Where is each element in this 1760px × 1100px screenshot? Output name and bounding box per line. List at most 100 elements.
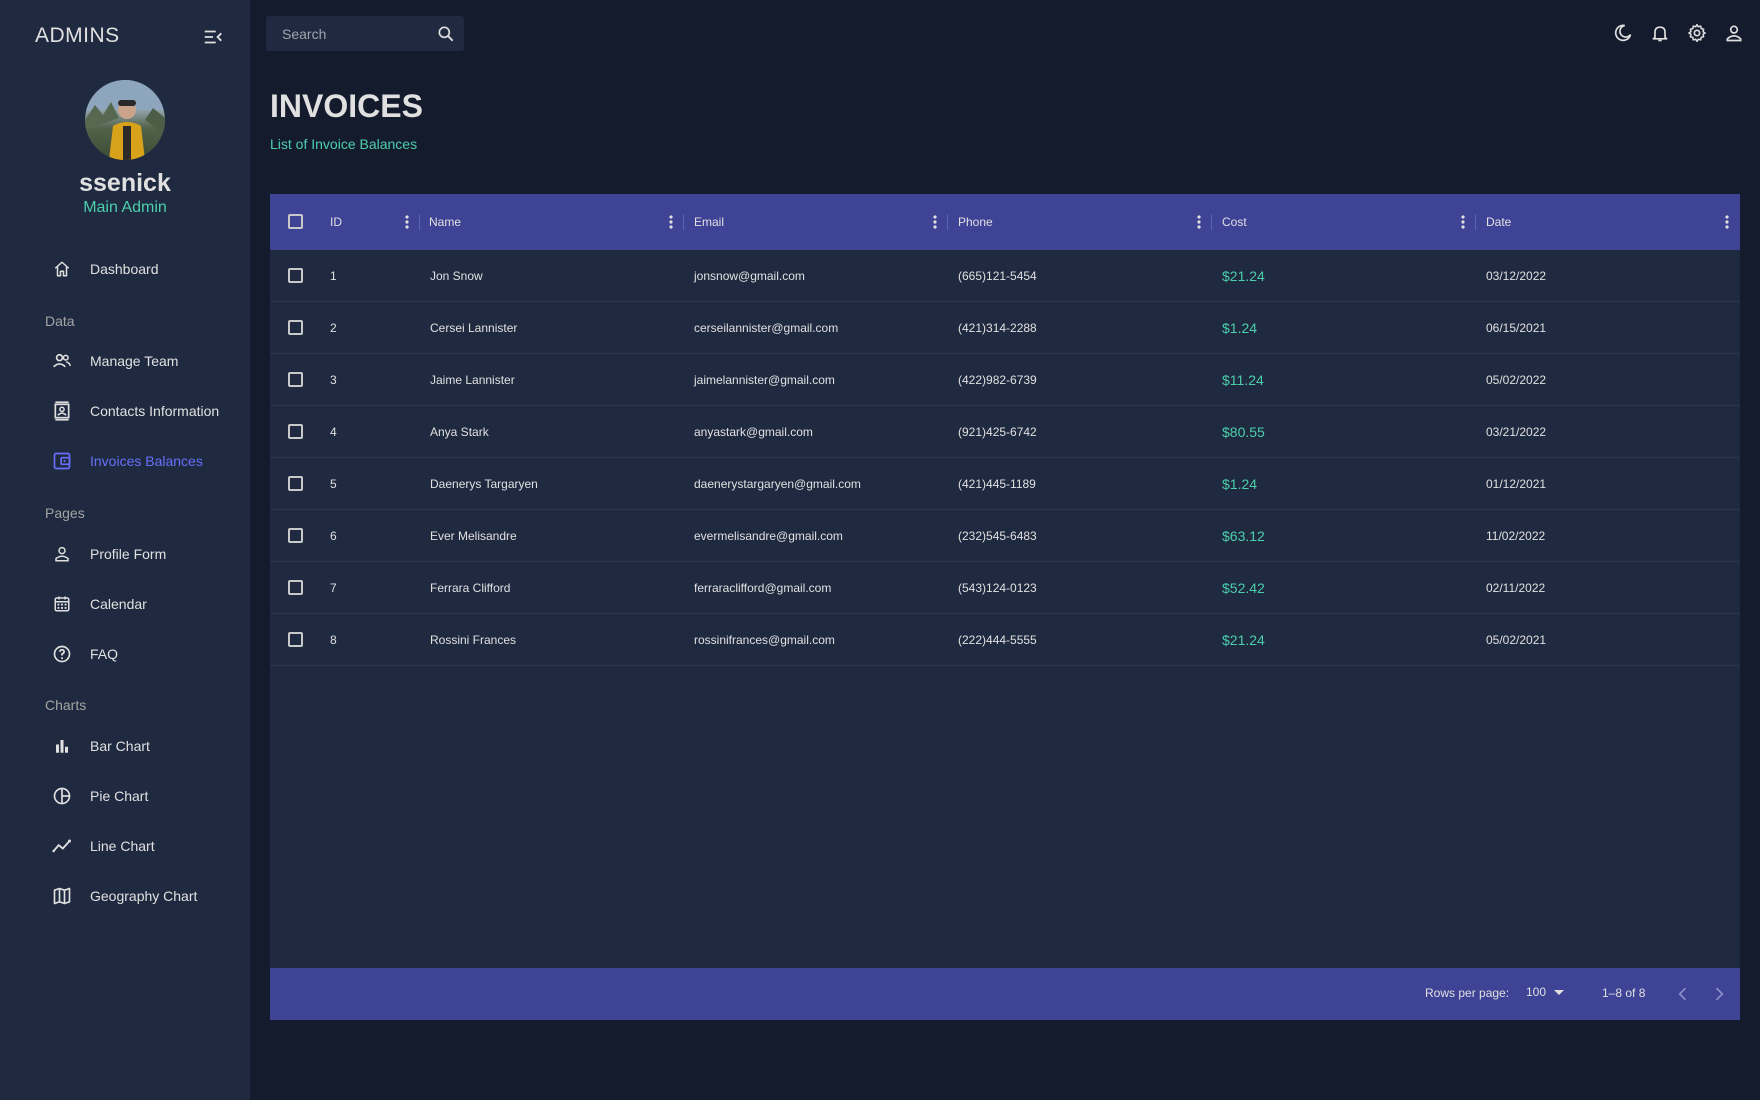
select-all-checkbox[interactable] — [288, 214, 303, 229]
person-icon[interactable] — [1724, 23, 1744, 43]
table-row[interactable]: 8 Rossini Frances rossinifrances@gmail.c… — [270, 614, 1740, 666]
cell-id: 2 — [330, 321, 337, 335]
column-label: Cost — [1222, 215, 1247, 229]
rows-per-page-select[interactable]: 100 — [1526, 985, 1565, 999]
sidebar-item-label: Pie Chart — [90, 788, 149, 804]
column-menu-icon[interactable] — [400, 214, 414, 230]
column-header-phone[interactable]: Phone — [958, 194, 1218, 250]
column-header-id[interactable]: ID — [330, 194, 430, 250]
map-icon — [52, 886, 72, 906]
table-row[interactable]: 4 Anya Stark anyastark@gmail.com (921)42… — [270, 406, 1740, 458]
search-icon[interactable] — [436, 24, 456, 44]
brand-title: ADMINS — [35, 24, 120, 47]
sidebar-item-label: FAQ — [90, 646, 119, 662]
row-checkbox[interactable] — [288, 476, 303, 491]
sidebar-item-calendar[interactable]: Calendar — [0, 582, 250, 626]
table-row[interactable]: 5 Daenerys Targaryen daenerystargaryen@g… — [270, 458, 1740, 510]
sidebar-item-faq[interactable]: FAQ — [0, 632, 250, 676]
cell-name: Anya Stark — [430, 425, 489, 439]
home-icon — [52, 259, 72, 279]
row-checkbox[interactable] — [288, 424, 303, 439]
row-checkbox[interactable] — [288, 632, 303, 647]
cell-email: rossinifrances@gmail.com — [694, 633, 835, 647]
cell-phone: (543)124-0123 — [958, 581, 1037, 595]
table-row[interactable]: 7 Ferrara Clifford ferraraclifford@gmail… — [270, 562, 1740, 614]
cell-phone: (421)314-2288 — [958, 321, 1037, 335]
help-icon — [52, 644, 72, 664]
sidebar-item-label: Profile Form — [90, 546, 167, 562]
cell-name: Jon Snow — [430, 269, 483, 283]
sidebar-item-label: Dashboard — [90, 261, 159, 277]
sidebar-item-profile-form[interactable]: Profile Form — [0, 532, 250, 576]
sidebar-item-invoices[interactable]: Invoices Balances — [0, 439, 250, 483]
column-header-date[interactable]: Date — [1486, 194, 1726, 250]
rows-per-page-label: Rows per page: — [1425, 986, 1510, 1000]
cell-phone: (232)545-6483 — [958, 529, 1037, 543]
cell-name: Jaime Lannister — [430, 373, 515, 387]
sidebar-item-label: Line Chart — [90, 838, 155, 854]
sidebar-item-pie-chart[interactable]: Pie Chart — [0, 774, 250, 818]
row-checkbox[interactable] — [288, 580, 303, 595]
cell-id: 3 — [330, 373, 337, 387]
cell-id: 7 — [330, 581, 337, 595]
sidebar-item-label: Geography Chart — [90, 888, 198, 904]
column-menu-icon[interactable] — [928, 214, 942, 230]
notifications-icon[interactable] — [1650, 23, 1670, 43]
sidebar-item-contacts[interactable]: Contacts Information — [0, 389, 250, 433]
row-checkbox[interactable] — [288, 320, 303, 335]
cell-cost: $63.12 — [1222, 528, 1265, 544]
table-row[interactable]: 2 Cersei Lannister cerseilannister@gmail… — [270, 302, 1740, 354]
table-row[interactable]: 3 Jaime Lannister jaimelannister@gmail.c… — [270, 354, 1740, 406]
sidebar-item-dashboard[interactable]: Dashboard — [0, 247, 250, 291]
cell-date: 01/12/2021 — [1486, 477, 1547, 491]
column-menu-icon[interactable] — [664, 214, 678, 230]
page-title: INVOICES — [270, 88, 423, 124]
cell-email: jaimelannister@gmail.com — [694, 373, 835, 387]
column-label: Email — [694, 215, 725, 229]
cell-email: ferraraclifford@gmail.com — [694, 581, 832, 595]
menu-collapse-icon[interactable] — [202, 26, 224, 48]
table-row[interactable]: 6 Ever Melisandre evermelisandre@gmail.c… — [270, 510, 1740, 562]
table-header: ID Name Email Phone Cost Date — [270, 194, 1740, 250]
user-name: ssenick — [79, 169, 171, 197]
column-menu-icon[interactable] — [1720, 214, 1734, 230]
pagination-range: 1–8 of 8 — [1602, 986, 1646, 1000]
column-header-email[interactable]: Email — [694, 194, 954, 250]
dark-mode-icon[interactable] — [1613, 23, 1633, 43]
column-header-cost[interactable]: Cost — [1222, 194, 1482, 250]
column-label: Date — [1486, 215, 1512, 229]
sidebar-item-bar-chart[interactable]: Bar Chart — [0, 724, 250, 768]
column-label: ID — [330, 215, 342, 229]
sidebar-item-line-chart[interactable]: Line Chart — [0, 824, 250, 868]
row-checkbox[interactable] — [288, 268, 303, 283]
column-header-name[interactable]: Name — [429, 194, 689, 250]
cell-cost: $80.55 — [1222, 424, 1265, 440]
sidebar-item-label: Bar Chart — [90, 738, 150, 754]
cell-email: anyastark@gmail.com — [694, 425, 813, 439]
search-input[interactable] — [282, 16, 422, 51]
cell-name: Ferrara Clifford — [430, 581, 511, 595]
search-bar — [266, 16, 464, 51]
pie-chart-icon — [52, 786, 72, 806]
sidebar-item-geography-chart[interactable]: Geography Chart — [0, 874, 250, 918]
section-data: Data — [45, 313, 75, 329]
next-page-icon[interactable] — [1709, 984, 1729, 1004]
sidebar-item-label: Manage Team — [90, 353, 179, 369]
cell-phone: (422)982-6739 — [958, 373, 1037, 387]
column-menu-icon[interactable] — [1456, 214, 1470, 230]
cell-cost: $21.24 — [1222, 268, 1265, 284]
sidebar-item-label: Calendar — [90, 596, 147, 612]
settings-icon[interactable] — [1687, 23, 1707, 43]
column-menu-icon[interactable] — [1192, 214, 1206, 230]
prev-page-icon[interactable] — [1673, 984, 1693, 1004]
row-checkbox[interactable] — [288, 372, 303, 387]
calendar-icon — [52, 594, 72, 614]
bar-chart-icon — [52, 736, 72, 756]
cell-phone: (665)121-5454 — [958, 269, 1037, 283]
cell-cost: $1.24 — [1222, 320, 1258, 336]
column-label: Phone — [958, 215, 993, 229]
cell-date: 05/02/2022 — [1486, 373, 1547, 387]
sidebar-item-manage-team[interactable]: Manage Team — [0, 339, 250, 383]
row-checkbox[interactable] — [288, 528, 303, 543]
table-row[interactable]: 1 Jon Snow jonsnow@gmail.com (665)121-54… — [270, 250, 1740, 302]
